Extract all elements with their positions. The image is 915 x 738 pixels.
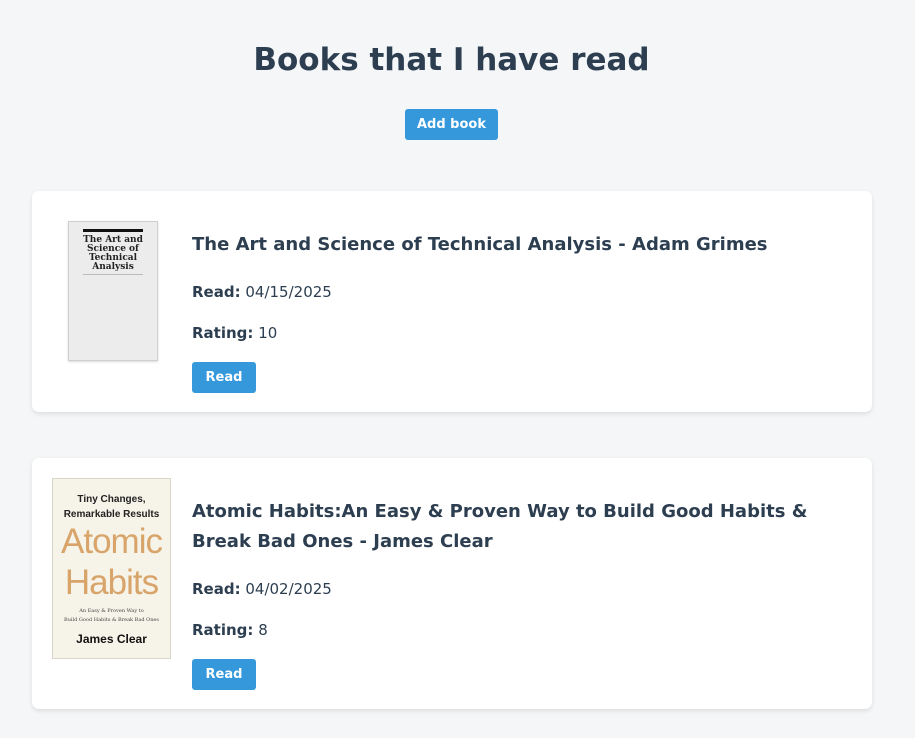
rating-label: Rating: bbox=[192, 324, 254, 342]
cover-title-word: Habits bbox=[64, 563, 159, 602]
rating-value: 8 bbox=[258, 621, 268, 639]
cover-subtitle: An Easy & Proven Way to Build Good Habit… bbox=[57, 607, 166, 625]
read-label: Read: bbox=[192, 580, 241, 598]
cover-author: James Clear bbox=[76, 632, 147, 646]
read-label: Read: bbox=[192, 283, 241, 301]
cover-subtitle-line: An Easy & Proven Way to bbox=[79, 608, 144, 614]
book-card: The Art and Science of Technical Analysi… bbox=[32, 191, 872, 412]
read-date: Read: 04/02/2025 bbox=[192, 580, 332, 598]
page-title: Books that I have read bbox=[253, 42, 650, 78]
cover-tagline-line: Remarkable Results bbox=[63, 509, 160, 520]
read-date: Read: 04/15/2025 bbox=[192, 283, 332, 301]
read-button[interactable]: Read bbox=[192, 659, 256, 690]
cover-tagline: Tiny Changes, Remarkable Results bbox=[53, 492, 170, 522]
cover-subtitle-line: Build Good Habits & Break Bad Ones bbox=[64, 617, 159, 623]
book-title: The Art and Science of Technical Analysi… bbox=[192, 234, 768, 255]
rating: Rating: 10 bbox=[192, 324, 277, 342]
cover-tagline-line: Tiny Changes, bbox=[77, 494, 146, 505]
cover-decoration bbox=[83, 274, 143, 275]
cover-title-text: The Art and Science of Technical Analysi… bbox=[83, 235, 143, 272]
rating-value: 10 bbox=[258, 324, 278, 342]
add-book-button[interactable]: Add book bbox=[405, 109, 498, 140]
read-button[interactable]: Read bbox=[192, 362, 256, 393]
cover-decoration bbox=[83, 229, 143, 232]
book-cover-image: Tiny Changes, Remarkable Results Atomic … bbox=[52, 478, 171, 659]
read-date-value: 04/15/2025 bbox=[245, 283, 332, 301]
book-title: Atomic Habits:An Easy & Proven Way to Bu… bbox=[192, 501, 808, 552]
read-date-value: 04/02/2025 bbox=[245, 580, 332, 598]
rating-label: Rating: bbox=[192, 621, 254, 639]
cover-title-word: Atomic bbox=[61, 522, 163, 561]
book-card: Tiny Changes, Remarkable Results Atomic … bbox=[32, 458, 872, 709]
rating: Rating: 8 bbox=[192, 621, 268, 639]
book-cover-image: The Art and Science of Technical Analysi… bbox=[68, 221, 158, 361]
